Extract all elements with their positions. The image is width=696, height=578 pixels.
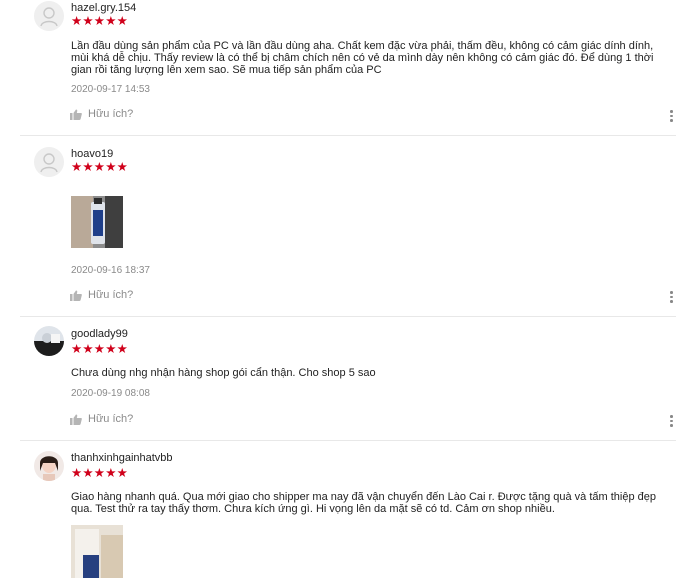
thumbs-up-icon xyxy=(70,414,82,425)
avatar[interactable] xyxy=(34,1,64,31)
thumbs-up-icon xyxy=(70,109,82,120)
more-options-icon[interactable] xyxy=(670,110,674,124)
review-photo[interactable] xyxy=(71,196,123,248)
review-item: hoavo19 ★★★★★ 2020-09-16 18:37 Hữu ích? xyxy=(20,136,676,317)
helpful-label: Hữu ích? xyxy=(88,413,134,425)
user-icon xyxy=(34,1,64,31)
review-date: 2020-09-17 14:53 xyxy=(71,84,150,95)
review-date: 2020-09-16 18:37 xyxy=(71,265,150,276)
rating-stars: ★★★★★ xyxy=(71,342,129,356)
review-username[interactable]: thanhxinhgainhatvbb xyxy=(71,452,173,464)
rating-stars: ★★★★★ xyxy=(71,14,129,28)
review-date: 2020-09-19 08:08 xyxy=(71,388,150,399)
rating-stars: ★★★★★ xyxy=(71,466,129,480)
thumbs-up-icon xyxy=(70,290,82,301)
helpful-button[interactable]: Hữu ích? xyxy=(70,289,133,301)
review-username[interactable]: hoavo19 xyxy=(71,148,113,160)
review-comment: Chưa dùng nhg nhận hàng shop gói cẩn thậ… xyxy=(71,367,376,379)
user-icon xyxy=(34,147,64,177)
review-username[interactable]: goodlady99 xyxy=(71,328,128,340)
more-options-icon[interactable] xyxy=(670,415,674,429)
review-item: hazel.gry.154 ★★★★★ Lần đầu dùng sản phẩ… xyxy=(20,0,676,136)
review-comment: Giao hàng nhanh quá. Qua mới giao cho sh… xyxy=(71,491,656,515)
avatar[interactable] xyxy=(34,147,64,177)
avatar[interactable] xyxy=(34,451,64,481)
helpful-button[interactable]: Hữu ích? xyxy=(70,108,133,120)
review-photo[interactable] xyxy=(71,525,123,578)
review-item: goodlady99 ★★★★★ Chưa dùng nhg nhận hàng… xyxy=(20,317,676,441)
more-options-icon[interactable] xyxy=(670,291,674,305)
review-comment: Lần đầu dùng sản phẩm của PC và lần đầu … xyxy=(71,40,654,76)
review-username[interactable]: hazel.gry.154 xyxy=(71,2,136,14)
helpful-button[interactable]: Hữu ích? xyxy=(70,413,133,425)
helpful-label: Hữu ích? xyxy=(88,108,134,120)
helpful-label: Hữu ích? xyxy=(88,289,134,301)
rating-stars: ★★★★★ xyxy=(71,160,129,174)
review-item: thanhxinhgainhatvbb ★★★★★ Giao hàng nhan… xyxy=(20,441,676,578)
avatar[interactable] xyxy=(34,326,64,356)
